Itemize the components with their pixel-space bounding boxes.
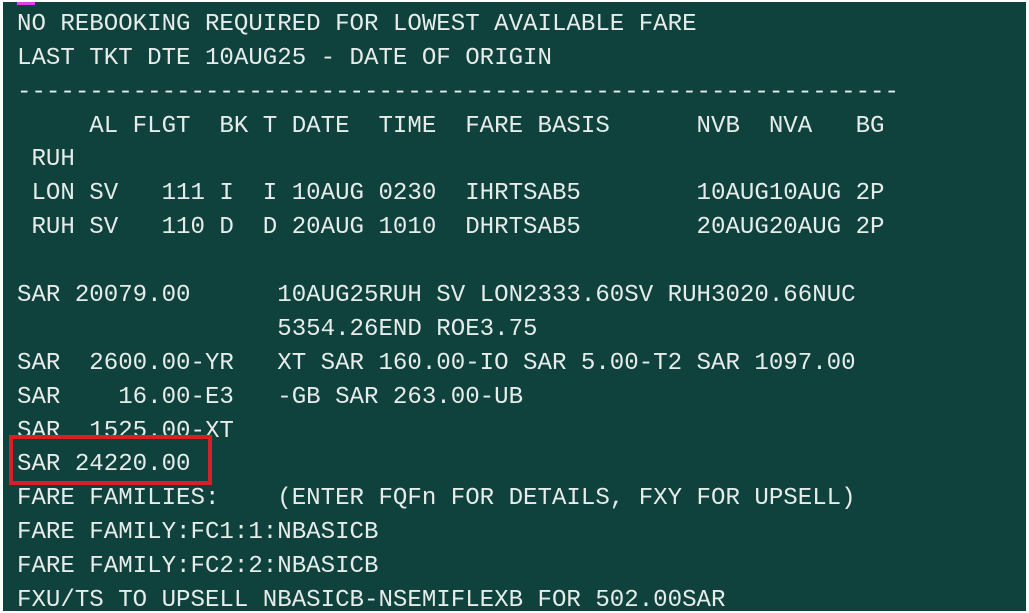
terminal-screen[interactable]: NO REBOOKING REQUIRED FOR LOWEST AVAILAB… xyxy=(3,2,1026,611)
terminal-line-tax-xt: SAR 1525.00-XT xyxy=(17,418,234,445)
terminal-line-segment-1: LON SV 111 I I 10AUG 0230 IHRTSAB5 10AUG… xyxy=(17,180,885,207)
terminal-line-rebooking-notice: NO REBOOKING REQUIRED FOR LOWEST AVAILAB… xyxy=(17,11,697,38)
terminal-line-origin: RUH xyxy=(17,146,75,173)
terminal-line-last-ticket-date: LAST TKT DTE 10AUG25 - DATE OF ORIGIN xyxy=(17,45,552,72)
terminal-line-column-headers: AL FLGT BK T DATE TIME FARE BASIS NVB NV… xyxy=(17,113,885,140)
terminal-line-base-fare: SAR 20079.00 10AUG25RUH SV LON2333.60SV … xyxy=(17,282,856,309)
terminal-line-separator: ----------------------------------------… xyxy=(17,79,899,106)
terminal-line-upsell: FXU/TS TO UPSELL NBASICB-NSEMIFLEXB FOR … xyxy=(17,587,726,611)
terminal-cursor xyxy=(17,2,35,5)
terminal-line-tax-e3: SAR 16.00-E3 -GB SAR 263.00-UB xyxy=(17,384,524,411)
terminal-line-segment-2: RUH SV 110 D D 20AUG 1010 DHRTSAB5 20AUG… xyxy=(17,214,885,241)
terminal-line-tax-yr: SAR 2600.00-YR XT SAR 160.00-IO SAR 5.00… xyxy=(17,350,856,377)
terminal-line-fare-calc-cont: 5354.26END ROE3.75 xyxy=(17,316,538,343)
terminal-line-fare-families: FARE FAMILIES: (ENTER FQFn FOR DETAILS, … xyxy=(17,485,856,512)
terminal-line-fare-family-2: FARE FAMILY:FC2:2:NBASICB xyxy=(17,553,379,580)
terminal-line-total-fare: SAR 24220.00 xyxy=(17,451,191,478)
terminal-line-fare-family-1: FARE FAMILY:FC1:1:NBASICB xyxy=(17,519,379,546)
